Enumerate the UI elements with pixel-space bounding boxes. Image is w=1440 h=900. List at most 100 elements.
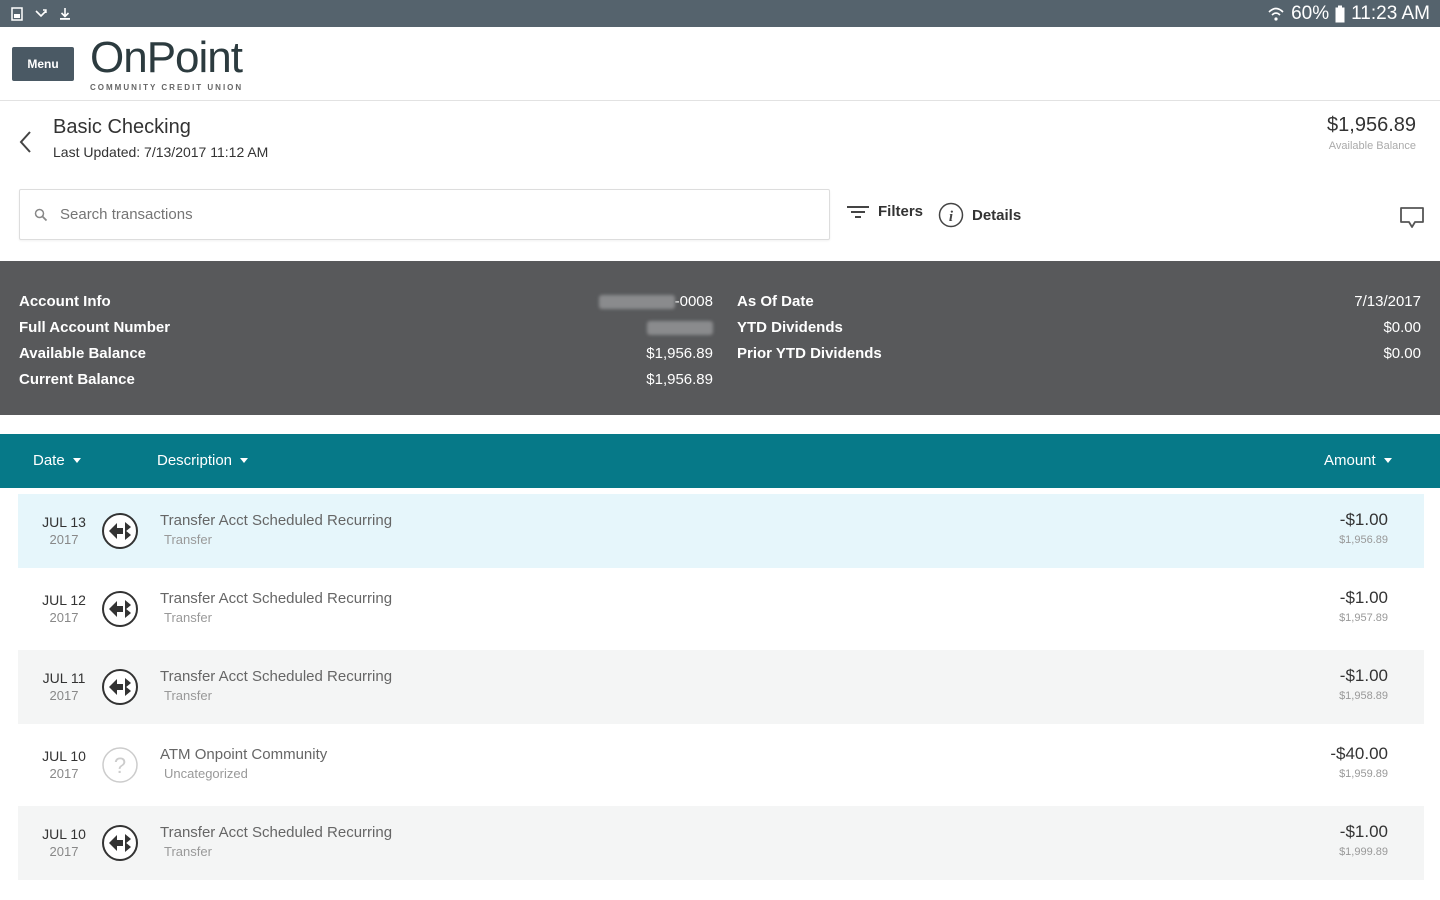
missed-call-icon [35, 8, 47, 17]
info-label: As Of Date [737, 292, 814, 310]
transaction-year: 2017 [49, 844, 79, 859]
info-label: Full Account Number [19, 318, 171, 336]
available-balance-amount: $1,956.89 [1327, 114, 1416, 136]
info-row: Available Balance $1,956.89 [19, 340, 713, 366]
sort-description-button[interactable]: Description [157, 452, 249, 469]
info-label: Current Balance [19, 370, 135, 388]
system-indicators: 60% 11:23 AM [1267, 3, 1430, 25]
transaction-day: JUL 10 [42, 748, 86, 764]
svg-text:i: i [949, 209, 954, 225]
available-balance-label: Available Balance [1328, 140, 1416, 152]
sd-card-icon [11, 6, 23, 21]
download-icon [60, 7, 70, 20]
running-balance: $1,958.89 [1339, 690, 1388, 702]
masked-value [647, 320, 713, 335]
info-value: $1,956.89 [646, 344, 713, 362]
transaction-description: Transfer Acct Scheduled Recurring [160, 512, 393, 529]
logo-subtext: COMMUNITY CREDIT UNION [90, 83, 244, 92]
running-balance: $1,957.89 [1339, 612, 1388, 624]
info-row: YTD Dividends $0.00 [737, 314, 1421, 340]
onpoint-logo: OnPoint COMMUNITY CREDIT UNION [90, 35, 244, 93]
transaction-year: 2017 [49, 610, 79, 625]
svg-text:?: ? [114, 753, 126, 778]
account-info-right: As Of Date 7/13/2017 YTD Dividends $0.00… [737, 288, 1421, 366]
back-arrow-icon[interactable] [16, 128, 36, 156]
search-input[interactable] [60, 206, 780, 223]
transfer-icon [102, 513, 138, 549]
filters-label: Filters [878, 202, 924, 220]
info-value [647, 319, 713, 336]
info-row: Current Balance $1,956.89 [19, 366, 713, 392]
masked-value [598, 294, 675, 309]
status-bar: 60% 11:23 AM [0, 0, 1440, 27]
clock: 11:23 AM [1351, 2, 1430, 24]
info-value: 7/13/2017 [1354, 292, 1421, 310]
menu-button[interactable]: Menu [12, 47, 74, 81]
transaction-row[interactable]: JUL 10 2017 ? ATM Onpoint Community Unca… [18, 728, 1424, 802]
transaction-date: JUL 10 2017 [40, 826, 88, 860]
transaction-year: 2017 [49, 766, 79, 781]
notification-icons [10, 6, 72, 21]
info-label: Account Info [19, 292, 111, 310]
sort-caret-icon [1383, 458, 1392, 463]
transactions-list: JUL 13 2017 Transfer Acct Scheduled Recu… [18, 494, 1424, 884]
account-info-left: Account Info -0008 Full Account Number A… [19, 288, 713, 392]
transactions-table-header: Date Description Amount [0, 434, 1440, 488]
info-label: Prior YTD Dividends [737, 344, 882, 362]
filters-button[interactable]: Filters [846, 202, 923, 220]
sort-caret-icon [72, 458, 81, 463]
transaction-amount: -$1.00 [1339, 588, 1388, 607]
account-suffix: -0008 [674, 292, 713, 310]
question-icon: ? [102, 747, 138, 783]
transaction-category: Transfer [164, 532, 212, 547]
transaction-date: JUL 13 2017 [40, 514, 88, 548]
battery-icon [1335, 5, 1345, 22]
filter-icon [847, 206, 869, 218]
transaction-description: Transfer Acct Scheduled Recurring [160, 590, 393, 607]
sort-amount-button[interactable]: Amount [1324, 452, 1392, 469]
transaction-row[interactable]: JUL 13 2017 Transfer Acct Scheduled Recu… [18, 494, 1424, 568]
transaction-amount: -$40.00 [1330, 744, 1388, 763]
last-updated: Last Updated: 7/13/2017 11:12 AM [53, 144, 269, 160]
transaction-day: JUL 10 [42, 826, 86, 842]
sort-date-button[interactable]: Date [33, 452, 81, 469]
transfer-icon [102, 591, 138, 627]
transaction-category: Uncategorized [164, 766, 248, 781]
amount-header-label: Amount [1324, 452, 1376, 469]
description-header-label: Description [157, 452, 233, 469]
transaction-date: JUL 12 2017 [40, 592, 88, 626]
transaction-description: Transfer Acct Scheduled Recurring [160, 824, 393, 841]
transaction-date: JUL 10 2017 [40, 748, 88, 782]
transaction-amount: -$1.00 [1339, 822, 1388, 841]
transaction-row[interactable]: JUL 10 2017 Transfer Acct Scheduled Recu… [18, 806, 1424, 880]
transaction-day: JUL 13 [42, 514, 86, 530]
info-row: Account Info -0008 [19, 288, 713, 314]
info-row: As Of Date 7/13/2017 [737, 288, 1421, 314]
info-row: Prior YTD Dividends $0.00 [737, 340, 1421, 366]
details-label: Details [972, 206, 1022, 224]
transaction-row[interactable]: JUL 12 2017 Transfer Acct Scheduled Recu… [18, 572, 1424, 646]
transaction-category: Transfer [164, 844, 212, 859]
transaction-row[interactable]: JUL 11 2017 Transfer Acct Scheduled Recu… [18, 650, 1424, 724]
transaction-year: 2017 [49, 532, 79, 547]
transaction-day: JUL 11 [42, 670, 86, 686]
transaction-day: JUL 12 [42, 592, 86, 608]
info-value: $0.00 [1383, 344, 1421, 362]
info-value: $1,956.89 [646, 370, 713, 388]
info-label: YTD Dividends [737, 318, 843, 336]
transaction-category: Transfer [164, 688, 212, 703]
details-button[interactable]: i Details [938, 202, 1021, 228]
info-value: $0.00 [1383, 318, 1421, 336]
chat-icon[interactable] [1398, 204, 1426, 232]
info-row: Full Account Number [19, 314, 713, 340]
running-balance: $1,956.89 [1339, 534, 1388, 546]
transfer-icon [102, 825, 138, 861]
transfer-icon [102, 669, 138, 705]
search-box[interactable] [19, 189, 830, 240]
running-balance: $1,959.89 [1339, 768, 1388, 780]
transaction-description: ATM Onpoint Community [160, 746, 328, 763]
transaction-category: Transfer [164, 610, 212, 625]
search-icon [34, 208, 48, 221]
running-balance: $1,999.89 [1339, 846, 1388, 858]
app-header: Menu OnPoint COMMUNITY CREDIT UNION [0, 27, 1440, 101]
